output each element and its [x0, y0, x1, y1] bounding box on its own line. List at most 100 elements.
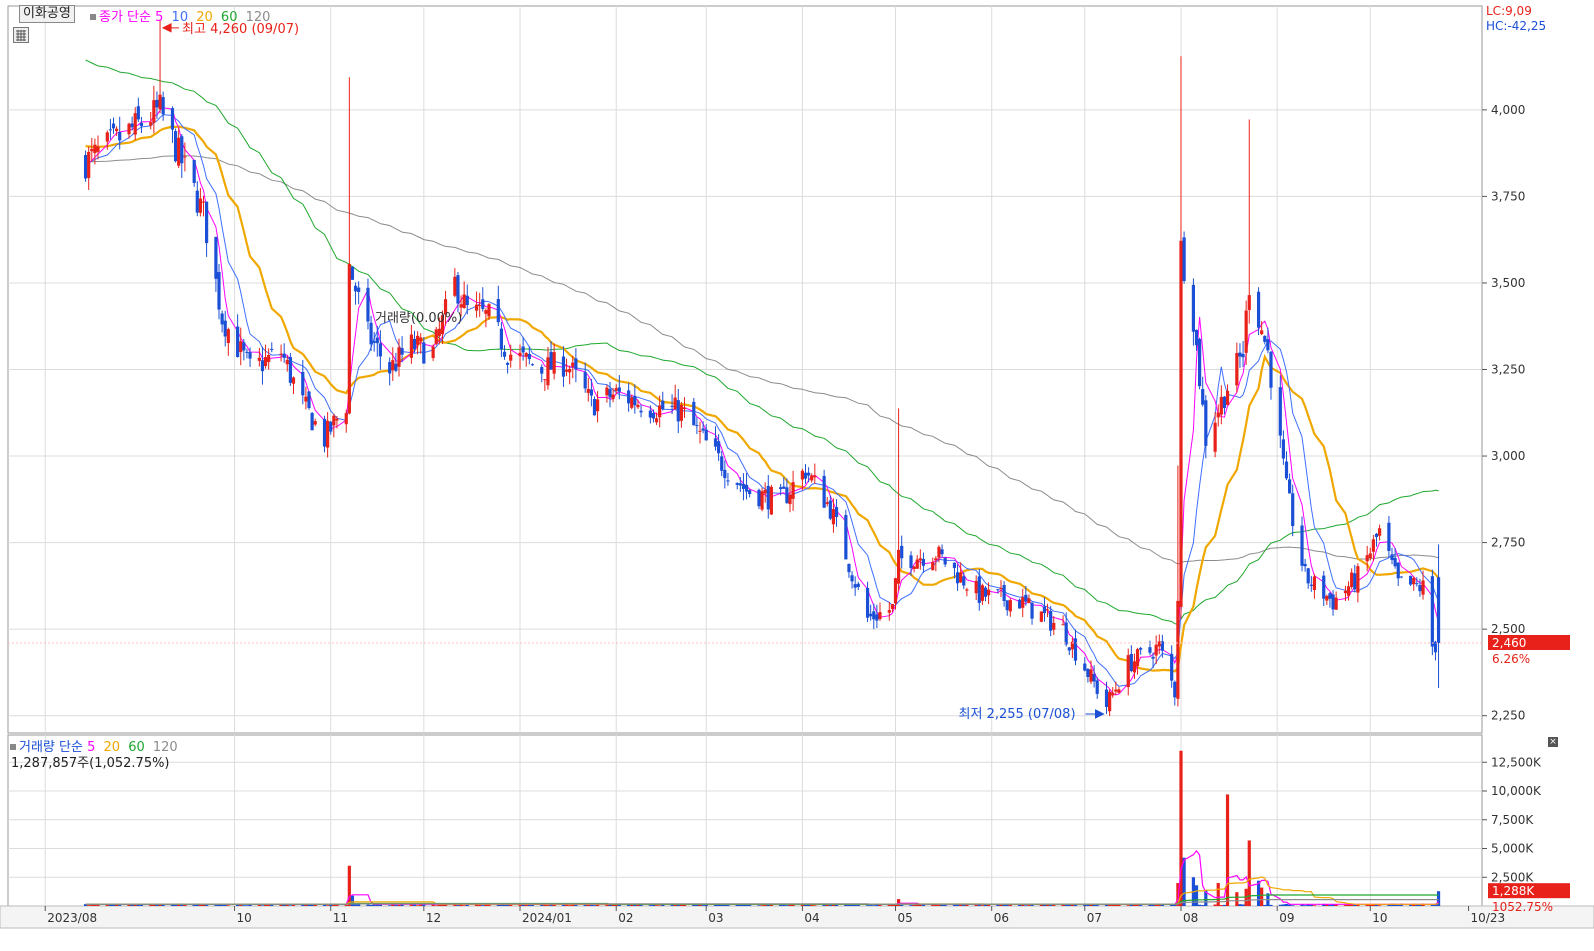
volume-bar	[155, 904, 159, 906]
candle-body	[484, 310, 488, 314]
volume-bar	[785, 905, 789, 906]
candle-body	[177, 137, 181, 166]
candle-body	[983, 587, 988, 597]
candle-body	[1191, 284, 1196, 332]
volume-bar	[1198, 904, 1202, 906]
candle-body	[561, 356, 566, 377]
candle-body	[304, 396, 308, 402]
candle-body	[1263, 335, 1267, 342]
volume-y-tick-label: 12,500K	[1491, 755, 1542, 769]
candle-body	[1412, 577, 1416, 585]
stock-name-box[interactable]: 이화공영	[19, 5, 75, 23]
high-arrow-icon	[161, 23, 180, 33]
ma60-line	[85, 59, 1439, 625]
candle-body	[608, 389, 612, 398]
volume-bar	[760, 905, 764, 906]
candle-body	[1021, 597, 1025, 608]
candle-body	[205, 201, 209, 244]
candle-body	[133, 113, 137, 135]
candles	[83, 19, 1441, 717]
price-y-tick-label: 3,750	[1491, 189, 1525, 203]
candle-body	[1288, 479, 1292, 494]
candle-body	[912, 566, 916, 570]
volume-bar	[791, 904, 795, 906]
volume-bar	[952, 904, 957, 906]
candle-body	[453, 276, 457, 296]
candle-body	[1213, 422, 1217, 452]
candle-body	[810, 475, 814, 481]
volume-bar	[245, 905, 249, 906]
volume-bar	[524, 905, 528, 906]
candle-body	[1350, 572, 1354, 588]
candle-body	[1300, 525, 1304, 566]
lc-label: LC:9,09	[1486, 4, 1532, 18]
volume-bar	[270, 904, 274, 906]
volume-bar	[217, 904, 221, 906]
volume-bar	[1002, 904, 1006, 906]
candle-body	[1393, 557, 1397, 567]
candle-body	[974, 580, 978, 594]
candle-body	[726, 480, 730, 482]
volume-bar	[118, 905, 122, 906]
volume-bar	[583, 904, 587, 906]
overlay-text: 거래량(0.00%)	[375, 311, 462, 326]
volume-bar	[940, 904, 944, 906]
candle-body	[1173, 681, 1177, 698]
candle-body	[1418, 585, 1422, 592]
candle-body	[335, 418, 339, 421]
candle-body	[800, 470, 805, 480]
candle-body	[400, 348, 404, 355]
volume-y-tick-label: 7,500K	[1491, 813, 1534, 827]
candle-body	[83, 155, 88, 179]
candle-body	[1002, 585, 1006, 601]
candle-body	[1343, 590, 1348, 594]
candle-body	[1201, 389, 1205, 405]
candle-body	[596, 399, 600, 412]
candle-body	[962, 576, 966, 586]
volume-bar	[1343, 905, 1348, 906]
candle-body	[90, 148, 94, 152]
candle-body	[1045, 609, 1050, 611]
candle-body	[540, 367, 544, 374]
candle-body	[1306, 568, 1310, 584]
volume-bar	[366, 904, 370, 906]
candle-body	[1132, 661, 1137, 673]
candle-body	[583, 372, 587, 389]
candle-body	[695, 425, 699, 427]
candle-body	[1235, 353, 1239, 386]
volume-y-tick-label: 2,500K	[1491, 870, 1534, 884]
candle-body	[1114, 689, 1118, 692]
volume-bar	[872, 905, 876, 906]
legend-ma10: 10	[171, 10, 189, 25]
candle-body	[459, 304, 463, 308]
candle-body	[1216, 412, 1220, 418]
stock-name: 이화공영	[23, 6, 71, 21]
volume-bar	[1194, 885, 1199, 906]
candle-body	[93, 144, 97, 154]
volume-bar	[1095, 905, 1099, 906]
candle-body	[564, 369, 569, 372]
grid-toggle-icon[interactable]	[13, 27, 29, 43]
volume-bar	[1284, 903, 1289, 906]
volume-bar	[1108, 904, 1112, 906]
candle-body	[955, 572, 960, 584]
close-panel-icon[interactable]: ×	[1548, 737, 1558, 747]
candle-body	[847, 564, 851, 573]
candle-body	[347, 263, 351, 414]
candle-body	[149, 122, 153, 126]
price-y-tick-label: 2,750	[1491, 536, 1525, 550]
candle-body	[527, 353, 531, 360]
candle-body	[648, 410, 652, 418]
volume-bar	[1278, 904, 1282, 906]
volume-bar	[369, 904, 373, 906]
candle-body	[214, 236, 218, 279]
volume-bar	[1024, 905, 1028, 906]
candle-body	[201, 201, 206, 203]
candle-body	[639, 410, 643, 413]
volume-bar	[822, 904, 826, 906]
candle-body	[509, 354, 513, 361]
price-y-tick-label: 2,250	[1491, 709, 1525, 723]
candle-body	[307, 391, 311, 408]
candle-body	[388, 362, 392, 374]
candle-body	[546, 357, 550, 386]
